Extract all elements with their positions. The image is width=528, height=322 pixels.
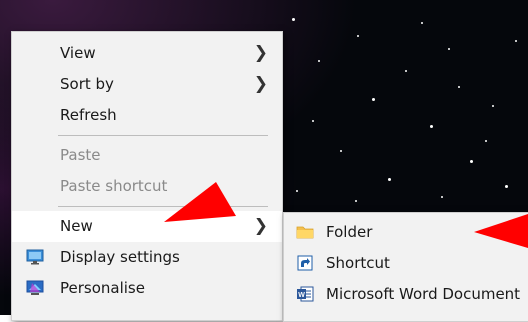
menu-separator [58,135,268,136]
star [312,120,314,122]
annotation-arrow [474,214,528,248]
star [355,200,357,202]
folder-icon [296,226,314,239]
star [318,60,320,62]
star [470,160,473,163]
menu-item-label: Paste [60,146,101,164]
submenu-item-label: Shortcut [326,254,390,272]
menu-item-label: Paste shortcut [60,177,168,195]
menu-item-sort-by[interactable]: Sort by ❯ [12,69,282,100]
star [441,196,443,198]
display-settings-icon [26,249,44,265]
menu-item-label: View [60,44,96,62]
star [421,22,423,24]
menu-item-label: Personalise [60,279,145,297]
menu-item-label: New [60,217,93,235]
menu-item-label: Display settings [60,248,180,266]
star [388,178,391,181]
menu-item-refresh[interactable]: Refresh [12,100,282,131]
menu-item-label: Refresh [60,106,117,124]
star [492,105,494,107]
menu-item-label: Sort by [60,75,114,93]
chevron-right-icon: ❯ [253,43,268,63]
menu-item-paste: Paste [12,140,282,171]
star [372,98,375,101]
chevron-right-icon: ❯ [253,216,268,236]
submenu-item-label: Folder [326,223,373,241]
svg-text:W: W [298,292,305,299]
star [357,35,359,37]
star [505,185,508,188]
menu-item-new[interactable]: New ❯ [12,211,282,242]
star [292,18,295,21]
word-document-icon: W [297,286,314,302]
star [458,86,460,88]
submenu-item-shortcut[interactable]: Shortcut [284,248,528,279]
star [430,125,433,128]
submenu-item-label: Microsoft Word Document [326,285,521,303]
personalise-icon [26,280,44,295]
star [405,70,407,72]
star [515,40,517,42]
star [448,48,450,50]
menu-item-paste-shortcut: Paste shortcut [12,171,282,202]
submenu-item-word-document[interactable]: W Microsoft Word Document [284,279,528,310]
desktop-context-menu: View ❯ Sort by ❯ Refresh Paste Paste sho… [11,31,283,321]
menu-item-personalise[interactable]: Personalise [12,273,282,304]
star [485,140,487,142]
star [340,150,342,152]
annotation-arrow [164,182,236,222]
menu-item-display-settings[interactable]: Display settings [12,242,282,273]
star [296,190,298,192]
menu-item-view[interactable]: View ❯ [12,38,282,69]
shortcut-icon [297,255,313,271]
chevron-right-icon: ❯ [253,74,268,94]
